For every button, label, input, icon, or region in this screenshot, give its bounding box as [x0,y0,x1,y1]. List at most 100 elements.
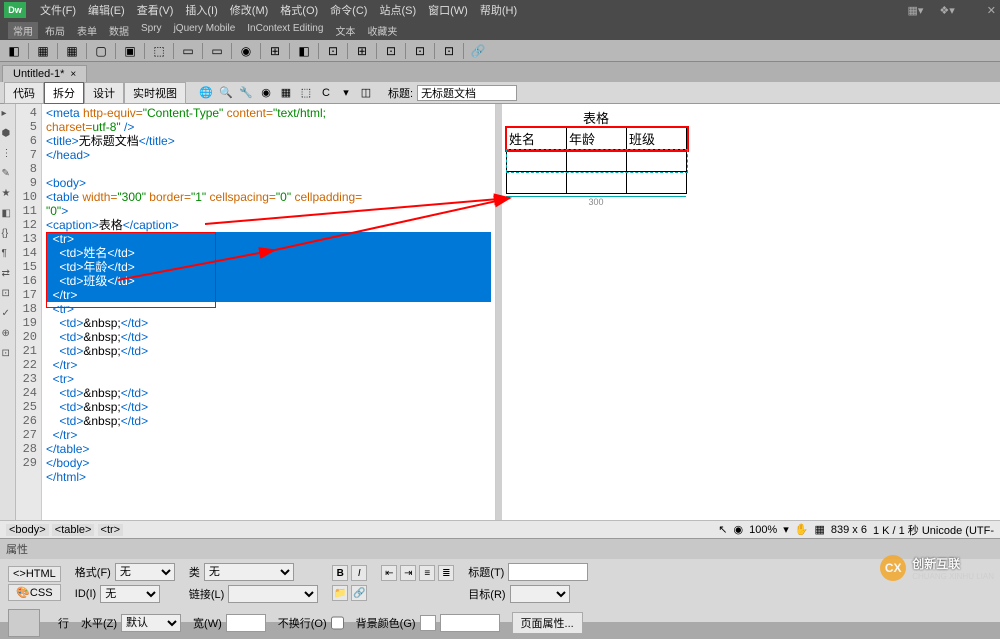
view-icon[interactable]: ⬚ [298,85,314,101]
rail-icon[interactable]: ⊕ [2,328,14,340]
table-cell[interactable] [507,150,567,172]
ul-icon[interactable]: ≡ [419,565,435,581]
table-cell[interactable] [627,172,687,194]
toolbar-icon[interactable]: ▢ [93,43,109,59]
toolbar-icon[interactable]: ◧ [296,43,312,59]
folder-icon[interactable]: 📁 [332,585,348,601]
rail-icon[interactable]: ★ [2,188,14,200]
view-icon[interactable]: ▦ [278,85,294,101]
menu-item[interactable]: 站点(S) [373,5,422,17]
view-mode-button[interactable]: 代码 [4,82,44,104]
close-icon[interactable]: × [70,69,76,80]
format-select[interactable]: 无 [115,563,175,581]
menu-item[interactable]: 编辑(E) [82,5,131,17]
insert-tab[interactable]: 数据 [104,22,134,39]
rail-icon[interactable]: ⊡ [2,348,14,360]
toolbar-icon[interactable]: ▣ [122,43,138,59]
menu-expander-icon[interactable]: ❖▾ [939,4,954,17]
width-input[interactable] [226,614,266,632]
table-cell[interactable]: 年龄 [567,128,627,150]
target-select[interactable] [510,585,570,603]
menu-item[interactable]: 窗口(W) [422,5,474,17]
rail-icon[interactable]: ¶ [2,248,14,260]
html-mode-button[interactable]: <>HTML [8,566,61,582]
link-select[interactable] [228,585,318,603]
status-icon[interactable]: ↖ [718,523,727,536]
rail-icon[interactable]: ✎ [2,168,14,180]
toolbar-icon[interactable]: 🔗 [470,43,486,59]
rail-icon[interactable]: ⋮ [2,148,14,160]
rail-icon[interactable]: ⊡ [2,288,14,300]
status-icon[interactable]: ◉ [733,523,743,536]
toolbar-icon[interactable]: ⊡ [325,43,341,59]
toolbar-icon[interactable]: ⊡ [412,43,428,59]
toolbar-icon[interactable]: ▭ [209,43,225,59]
view-icon[interactable]: 🌐 [198,85,214,101]
italic-icon[interactable]: I [351,565,367,581]
table-cell[interactable] [627,150,687,172]
css-mode-button[interactable]: 🎨CSS [8,584,61,601]
menu-item[interactable]: 插入(I) [179,5,223,17]
title-input[interactable] [508,563,588,581]
design-table[interactable]: 姓名 年龄 班级 [506,127,687,194]
tag-crumb[interactable]: <tr> [98,524,124,536]
menu-expander-icon[interactable]: ✕ [987,4,996,17]
indent-icon[interactable]: ⇥ [400,565,416,581]
horiz-select[interactable]: 默认 [121,614,181,632]
menu-item[interactable]: 命令(C) [324,5,373,17]
insert-tab[interactable]: Spry [136,22,167,39]
view-icon[interactable]: ◉ [258,85,274,101]
view-icon[interactable]: ◫ [358,85,374,101]
rail-icon[interactable]: ⇄ [2,268,14,280]
toolbar-icon[interactable]: ⊡ [383,43,399,59]
menu-item[interactable]: 查看(V) [131,5,180,17]
link-icon[interactable]: 🔗 [351,585,367,601]
table-cell[interactable] [567,150,627,172]
toolbar-icon[interactable]: ⊞ [354,43,370,59]
toolbar-icon[interactable]: ⊡ [441,43,457,59]
bgcolor-input[interactable] [440,614,500,632]
rail-icon[interactable]: ⬢ [2,128,14,140]
insert-tab[interactable]: 表单 [72,22,102,39]
page-properties-button[interactable]: 页面属性... [512,612,583,634]
tag-crumb[interactable]: <table> [52,524,95,536]
page-title-input[interactable] [417,85,517,101]
document-tab[interactable]: Untitled-1* × [2,65,87,82]
view-icon[interactable]: ▾ [338,85,354,101]
insert-tab[interactable]: jQuery Mobile [169,22,241,39]
toolbar-icon[interactable]: ◧ [6,43,22,59]
view-icon[interactable]: C [318,85,334,101]
id-select[interactable]: 无 [100,585,160,603]
table-cell[interactable]: 姓名 [507,128,567,150]
rail-icon[interactable]: ✓ [2,308,14,320]
menu-item[interactable]: 修改(M) [224,5,275,17]
rail-icon[interactable]: ▸ [2,108,14,120]
table-cell[interactable]: 班级 [627,128,687,150]
nowrap-checkbox[interactable] [331,614,344,632]
toolbar-icon[interactable]: ⬚ [151,43,167,59]
rail-icon[interactable]: ◧ [2,208,14,220]
color-swatch[interactable] [420,615,436,631]
menu-expander-icon[interactable]: ▦▾ [907,4,923,17]
toolbar-icon[interactable]: ▦ [64,43,80,59]
table-cell[interactable] [507,172,567,194]
toolbar-icon[interactable]: ▦ [35,43,51,59]
insert-tab[interactable]: 布局 [40,22,70,39]
outdent-icon[interactable]: ⇤ [381,565,397,581]
view-icon[interactable]: 🔧 [238,85,254,101]
menu-item[interactable]: 帮助(H) [474,5,523,17]
insert-tab[interactable]: InContext Editing [242,22,328,39]
ol-icon[interactable]: ≣ [438,565,454,581]
insert-tab[interactable]: 收藏夹 [362,22,402,39]
view-mode-button[interactable]: 实时视图 [124,82,186,104]
menu-item[interactable]: 格式(O) [274,5,324,17]
view-icon[interactable]: 🔍 [218,85,234,101]
status-icon[interactable]: ▦ [814,523,824,536]
toolbar-icon[interactable]: ▭ [180,43,196,59]
zoom-value[interactable]: 100% [749,524,777,536]
view-mode-button[interactable]: 设计 [84,82,124,104]
design-pane[interactable]: 表格 姓名 年龄 班级 300 [502,104,1000,520]
class-select[interactable]: 无 [204,563,294,581]
status-icon[interactable]: ✋ [795,523,809,536]
insert-tab[interactable]: 文本 [330,22,360,39]
